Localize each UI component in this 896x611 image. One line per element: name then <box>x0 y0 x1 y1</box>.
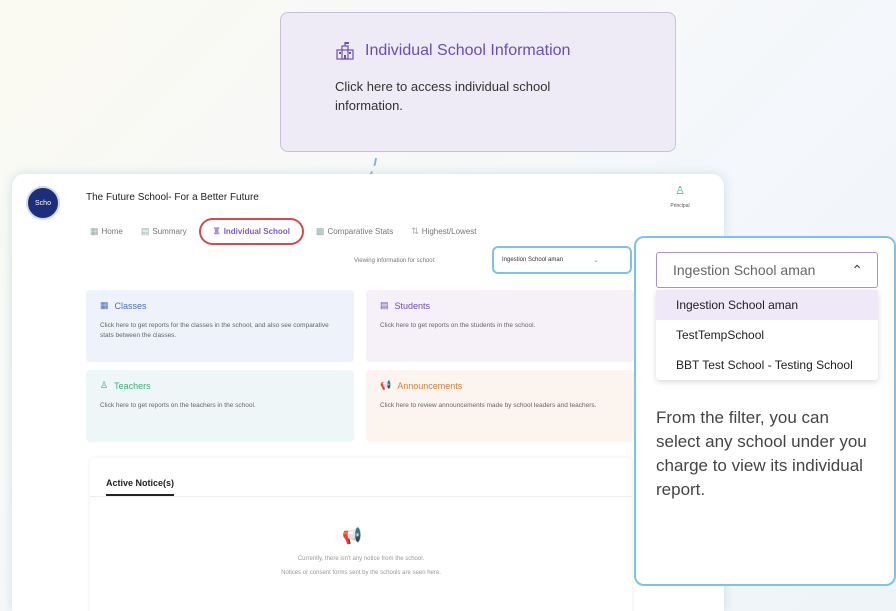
card-announcements-title: Announcements <box>397 380 463 391</box>
school-name: The Future School- For a Better Future <box>86 192 259 203</box>
tooltip-body: Click here to access individual school i… <box>335 79 551 113</box>
school-filter-select[interactable]: Ingestion School aman ⌄ <box>492 246 632 274</box>
empty-notice-line1: Currently, there isn't any notice from t… <box>297 556 425 562</box>
viewing-label: Viewing information for school: <box>354 258 436 264</box>
school-icon: ♜ <box>212 226 221 236</box>
card-teachers-desc: Click here to get reports on the teacher… <box>100 402 256 409</box>
card-classes-title: Classes <box>114 300 147 311</box>
megaphone-icon: 📢 <box>380 380 392 390</box>
school-dropdown-list: Ingestion School aman TestTempSchool BBT… <box>656 290 878 380</box>
tooltip-title-text: Individual School Information <box>365 42 571 59</box>
profile-role: Principal <box>670 203 690 209</box>
nav-tabs: ▦ Home ▤ Summary ♜ Individual School ▩ C… <box>84 218 483 245</box>
tab-home-label: Home <box>101 227 123 236</box>
notices-panel: Active Notice(s) 📢 Currently, there isn'… <box>90 458 632 611</box>
card-students[interactable]: ▤ Students Click here to get reports on … <box>366 290 634 362</box>
tab-comparative-stats-label: Comparative Stats <box>327 227 394 236</box>
card-classes-desc: Click here to get reports for the classe… <box>100 322 329 339</box>
empty-notice-line2: Notices or consent forms sent by the sch… <box>281 570 441 576</box>
tab-summary-label: Summary <box>152 227 187 236</box>
rank-icon: ⇅ <box>411 226 419 236</box>
card-announcements-desc: Click here to review announcements made … <box>380 402 597 409</box>
tab-summary[interactable]: ▤ Summary <box>135 222 193 241</box>
school-dropdown-input[interactable]: Ingestion School aman ⌃ <box>656 252 878 288</box>
school-building-icon <box>336 42 354 60</box>
teachers-icon: ♙ <box>100 380 109 390</box>
card-students-desc: Click here to get reports on the student… <box>380 322 536 329</box>
app-window: Scho The Future School- For a Better Fut… <box>12 174 724 611</box>
tooltip-individual-school: Individual School Information Click here… <box>280 12 676 152</box>
school-filter-value: Ingestion School aman <box>502 257 564 263</box>
chevron-down-icon: ⌄ <box>593 257 599 264</box>
tab-home[interactable]: ▦ Home <box>84 222 129 241</box>
tab-active-notices[interactable]: Active Notice(s) <box>106 478 175 496</box>
card-teachers-title: Teachers <box>114 380 151 391</box>
tab-individual-school-label: Individual School <box>223 227 290 236</box>
divider <box>90 496 632 497</box>
filter-explanation-panel: Ingestion School aman ⌃ Ingestion School… <box>634 236 896 586</box>
dropdown-option[interactable]: TestTempSchool <box>656 320 878 350</box>
tab-individual-school[interactable]: ♜ Individual School <box>198 218 304 245</box>
profile[interactable]: ♙ Principal <box>660 184 700 209</box>
grid-icon: ▦ <box>90 226 99 236</box>
school-dropdown-value: Ingestion School aman <box>673 262 816 278</box>
megaphone-empty-icon: 📢 <box>342 528 362 545</box>
filter-description: From the filter, you can select any scho… <box>656 408 867 499</box>
classes-icon: ▦ <box>100 300 109 310</box>
school-logo-text: Scho <box>35 199 51 207</box>
chevron-up-icon: ⌃ <box>851 261 863 278</box>
card-announcements[interactable]: 📢 Announcements Click here to review ann… <box>366 370 634 442</box>
school-logo[interactable]: Scho <box>26 186 60 220</box>
dropdown-option[interactable]: Ingestion School aman <box>656 290 878 320</box>
card-students-title: Students <box>394 300 431 311</box>
dropdown-option[interactable]: BBT Test School - Testing School <box>656 350 878 380</box>
stats-icon: ▩ <box>315 226 325 236</box>
summary-icon: ▤ <box>140 226 150 236</box>
tooltip-title: Individual School Information <box>335 41 675 61</box>
tab-highest-lowest-label: Highest/Lowest <box>421 227 477 236</box>
students-icon: ▤ <box>380 300 389 310</box>
card-classes[interactable]: ▦ Classes Click here to get reports for … <box>86 290 354 362</box>
card-teachers[interactable]: ♙ Teachers Click here to get reports on … <box>86 370 354 442</box>
tab-highest-lowest[interactable]: ⇅ Highest/Lowest <box>405 222 482 241</box>
tab-comparative-stats[interactable]: ▩ Comparative Stats <box>310 222 399 241</box>
user-icon: ♙ <box>675 185 685 197</box>
